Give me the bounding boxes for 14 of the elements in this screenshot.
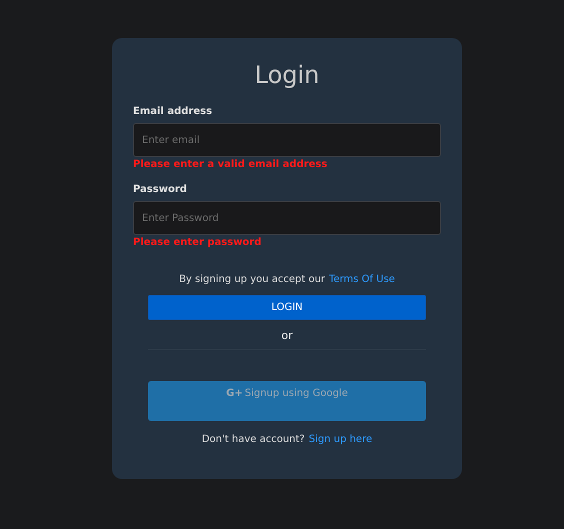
login-title: Login bbox=[254, 60, 320, 91]
footer-text: Don't have account? bbox=[202, 434, 305, 445]
field-label: Email address bbox=[133, 106, 212, 117]
google-plus-icon: G+ bbox=[226, 388, 243, 399]
field-label: Password bbox=[133, 184, 187, 195]
terms-text: By signing up you accept our bbox=[179, 274, 326, 285]
or-separator: or bbox=[281, 329, 293, 342]
login-button[interactable]: LOGIN bbox=[148, 295, 426, 320]
error-message: Please enter a valid email address bbox=[133, 159, 328, 170]
input-field[interactable]: Enter Password bbox=[133, 201, 441, 235]
error-message: Please enter password bbox=[133, 237, 262, 248]
terms-link[interactable]: Terms Of Use bbox=[329, 274, 395, 285]
input-field[interactable]: Enter email bbox=[133, 123, 441, 157]
signup-link[interactable]: Sign up here bbox=[308, 434, 372, 445]
